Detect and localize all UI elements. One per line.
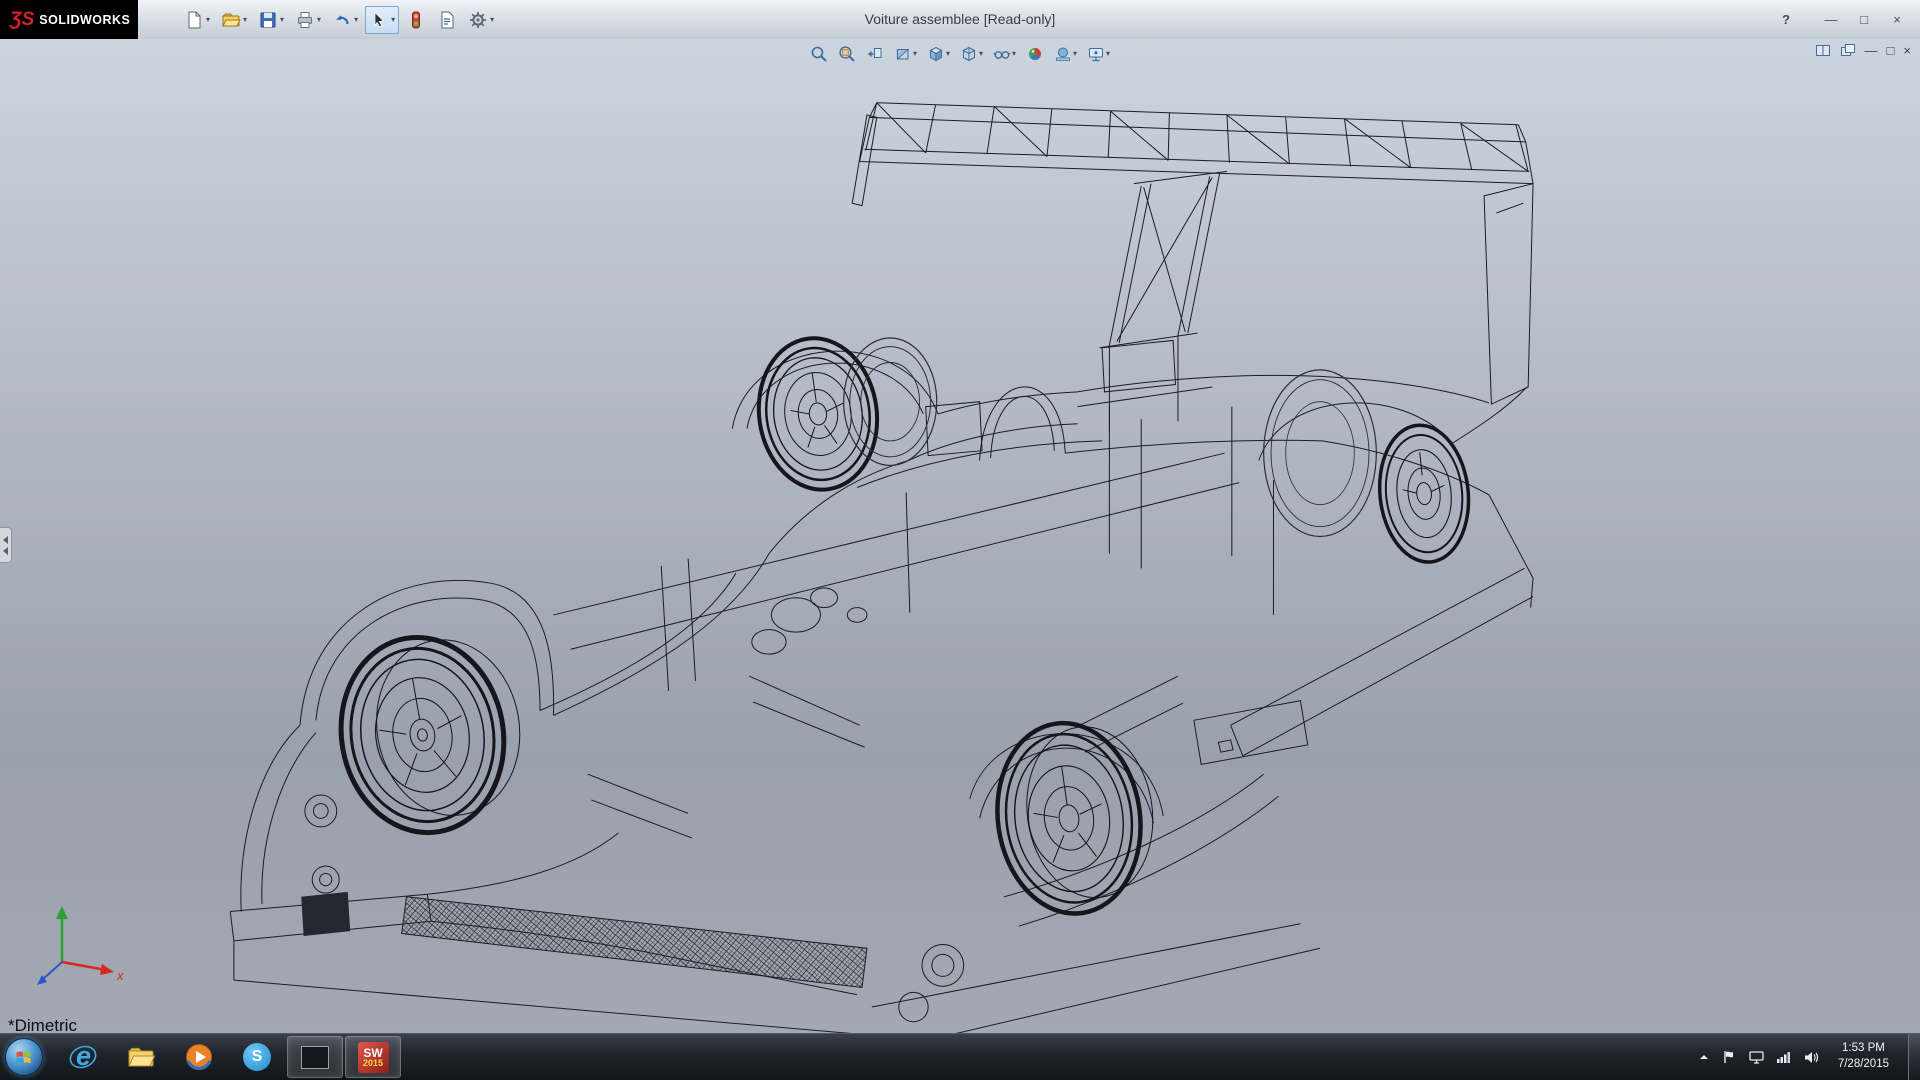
help-button[interactable]: ? bbox=[1777, 12, 1795, 27]
view-orientation-cube-icon bbox=[927, 45, 945, 63]
dropdown-caret-icon[interactable]: ▾ bbox=[1012, 50, 1016, 58]
tile-windows-button[interactable] bbox=[1840, 43, 1856, 58]
dropdown-caret-icon[interactable]: ▾ bbox=[913, 50, 917, 58]
windows-flag-icon bbox=[14, 1048, 34, 1067]
display-icon bbox=[1749, 1051, 1764, 1064]
taskbar-apps: e S bbox=[54, 1034, 402, 1080]
document-close-button[interactable]: × bbox=[1903, 43, 1911, 58]
section-view-icon bbox=[894, 45, 912, 63]
folder-icon bbox=[126, 1044, 156, 1070]
solidworks-initials: SW bbox=[363, 1047, 382, 1059]
zoom-to-fit-button[interactable] bbox=[806, 42, 832, 66]
messenger-letter: S bbox=[252, 1048, 263, 1066]
taskbar: e S bbox=[0, 1033, 1920, 1080]
feature-manager-collapsed-tab[interactable] bbox=[0, 527, 12, 563]
start-button[interactable] bbox=[5, 1037, 45, 1077]
document-restore-button[interactable]: □ bbox=[1887, 43, 1895, 58]
media-player-icon bbox=[184, 1042, 214, 1072]
split-pane-icon bbox=[1815, 43, 1831, 58]
hide-show-items-button[interactable]: ▾ bbox=[989, 42, 1020, 66]
tray-volume-button[interactable] bbox=[1804, 1051, 1819, 1064]
solidworks-window: ƷS SOLIDWORKS ▾ ▾ ▾ ▾ ▾ bbox=[0, 0, 1920, 1080]
hide-show-glasses-icon bbox=[993, 45, 1011, 63]
show-desktop-button[interactable] bbox=[1908, 1034, 1920, 1080]
clock-time: 1:53 PM bbox=[1842, 1041, 1885, 1057]
internet-explorer-icon: e bbox=[68, 1042, 98, 1072]
wireframe-car-model[interactable] bbox=[0, 39, 1920, 1034]
document-window-controls: — □ × bbox=[1815, 43, 1911, 58]
windows-orb-icon bbox=[5, 1038, 43, 1076]
view-settings-button[interactable]: ▾ bbox=[1083, 42, 1114, 66]
edit-appearance-ball-icon bbox=[1026, 45, 1044, 63]
previous-view-button[interactable] bbox=[862, 42, 888, 66]
command-prompt-icon bbox=[301, 1046, 329, 1069]
taskbar-solidworks-button[interactable]: SW 2015 bbox=[345, 1036, 401, 1078]
dropdown-caret-icon[interactable]: ▾ bbox=[979, 50, 983, 58]
solidworks-app-icon: SW 2015 bbox=[358, 1042, 389, 1073]
document-minimize-button[interactable]: — bbox=[1865, 43, 1878, 58]
network-icon bbox=[1777, 1051, 1791, 1063]
taskbar-clock[interactable]: 1:53 PM 7/28/2015 bbox=[1832, 1041, 1895, 1072]
zoom-to-area-icon bbox=[838, 45, 856, 63]
taskbar-windows-explorer-button[interactable] bbox=[113, 1036, 169, 1078]
minimize-button[interactable]: — bbox=[1822, 12, 1840, 27]
tray-action-center-button[interactable] bbox=[1723, 1050, 1736, 1064]
display-style-button[interactable]: ▾ bbox=[956, 42, 987, 66]
chevron-up-icon bbox=[1698, 1051, 1710, 1063]
heads-up-toolbar: ▾ ▾ ▾ ▾ ▾ ▾ bbox=[806, 42, 1114, 66]
apply-scene-icon bbox=[1054, 45, 1072, 63]
flag-icon bbox=[1723, 1050, 1736, 1064]
split-pane-button[interactable] bbox=[1815, 43, 1831, 58]
ie-letter: e bbox=[76, 1042, 91, 1071]
tray-hidden-icons-button[interactable] bbox=[1698, 1051, 1710, 1063]
taskbar-internet-explorer-button[interactable]: e bbox=[55, 1036, 111, 1078]
chevron-left-icon bbox=[3, 547, 8, 555]
dropdown-caret-icon[interactable]: ▾ bbox=[1073, 50, 1077, 58]
messenger-icon: S bbox=[243, 1043, 271, 1071]
window-controls: ? — □ × bbox=[1777, 0, 1906, 39]
view-settings-icon bbox=[1087, 45, 1105, 63]
solidworks-year-badge: 2015 bbox=[363, 1059, 383, 1068]
previous-view-icon bbox=[866, 45, 884, 63]
view-orientation-label: *Dimetric bbox=[8, 1016, 77, 1034]
taskbar-media-player-button[interactable] bbox=[171, 1036, 227, 1078]
clock-date: 7/28/2015 bbox=[1838, 1057, 1889, 1073]
tray-display-button[interactable] bbox=[1749, 1051, 1764, 1064]
title-bar: ƷS SOLIDWORKS ▾ ▾ ▾ ▾ ▾ bbox=[0, 0, 1920, 40]
taskbar-command-prompt-button[interactable] bbox=[287, 1036, 343, 1078]
triad-x-label: x bbox=[116, 968, 124, 983]
window-title: Voiture assemblee [Read-only] bbox=[0, 11, 1920, 27]
tile-windows-icon bbox=[1840, 43, 1856, 58]
taskbar-messenger-button[interactable]: S bbox=[229, 1036, 285, 1078]
chevron-left-icon bbox=[3, 536, 8, 544]
tray-network-button[interactable] bbox=[1777, 1051, 1791, 1063]
view-orientation-button[interactable]: ▾ bbox=[923, 42, 954, 66]
zoom-to-area-button[interactable] bbox=[834, 42, 860, 66]
edit-appearance-button[interactable] bbox=[1022, 42, 1048, 66]
volume-icon bbox=[1804, 1051, 1819, 1064]
section-view-button[interactable]: ▾ bbox=[890, 42, 921, 66]
maximize-button[interactable]: □ bbox=[1855, 12, 1873, 27]
system-tray: 1:53 PM 7/28/2015 bbox=[1698, 1034, 1920, 1080]
orientation-triad: x bbox=[16, 900, 136, 1000]
apply-scene-button[interactable]: ▾ bbox=[1050, 42, 1081, 66]
dropdown-caret-icon[interactable]: ▾ bbox=[1106, 50, 1110, 58]
graphics-viewport[interactable]: ▾ ▾ ▾ ▾ ▾ ▾ bbox=[0, 39, 1920, 1034]
close-button[interactable]: × bbox=[1888, 12, 1906, 27]
display-style-wireframe-icon bbox=[960, 45, 978, 63]
zoom-to-fit-icon bbox=[810, 45, 828, 63]
dropdown-caret-icon[interactable]: ▾ bbox=[946, 50, 950, 58]
